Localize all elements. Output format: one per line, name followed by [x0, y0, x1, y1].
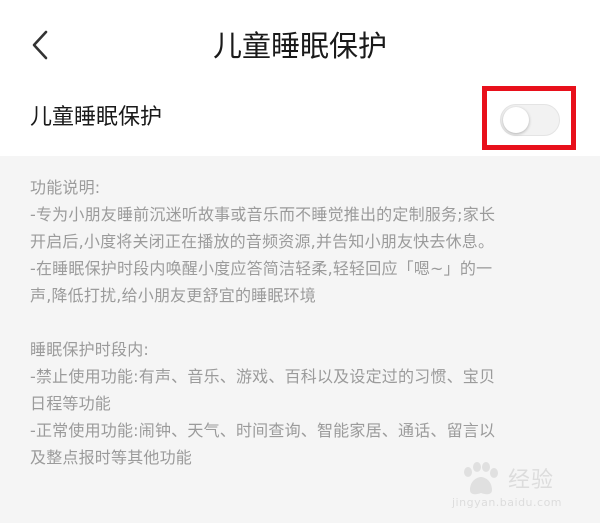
desc-line: 声,降低打扰,给小朋友更舒宜的睡眠环境 [30, 286, 316, 305]
desc-line: -禁止使用功能:有声、音乐、游戏、百科以及设定过的习惯、宝贝 [30, 367, 496, 386]
page-title: 儿童睡眠保护 [212, 29, 387, 63]
watermark: 经验 jingyan.baidu.com [452, 460, 592, 514]
sleep-protection-toggle[interactable] [500, 104, 560, 136]
baidu-paw-icon [464, 462, 498, 495]
description: 功能说明: -专为小朋友睡前沉迷听故事或音乐而不睡觉推出的定制服务;家长 开启后… [30, 174, 575, 471]
toggle-knob [503, 107, 529, 133]
desc-line: -专为小朋友睡前沉迷听故事或音乐而不睡觉推出的定制服务;家长 [30, 205, 496, 224]
desc-line: 功能说明: [30, 178, 101, 197]
desc-line: -在睡眠保护时段内唤醒小度应答简洁轻柔,轻轻回应「嗯~」的一 [30, 259, 493, 278]
desc-line: 睡眠保护时段内: [30, 340, 149, 359]
desc-line: 开启后,小度将关闭正在播放的音频资源,并告知小朋友快去休息。 [30, 232, 495, 251]
watermark-text: 经验 [508, 468, 555, 493]
header: 儿童睡眠保护 儿童睡眠保护 [0, 0, 600, 156]
watermark-url: jingyan.baidu.com [452, 496, 563, 509]
desc-line: 日程等功能 [30, 394, 112, 413]
desc-line: -正常使用功能:闹钟、天气、时间查询、智能家居、通话、留言以 [30, 421, 496, 440]
desc-spacer [30, 309, 575, 336]
setting-label: 儿童睡眠保护 [30, 105, 163, 130]
